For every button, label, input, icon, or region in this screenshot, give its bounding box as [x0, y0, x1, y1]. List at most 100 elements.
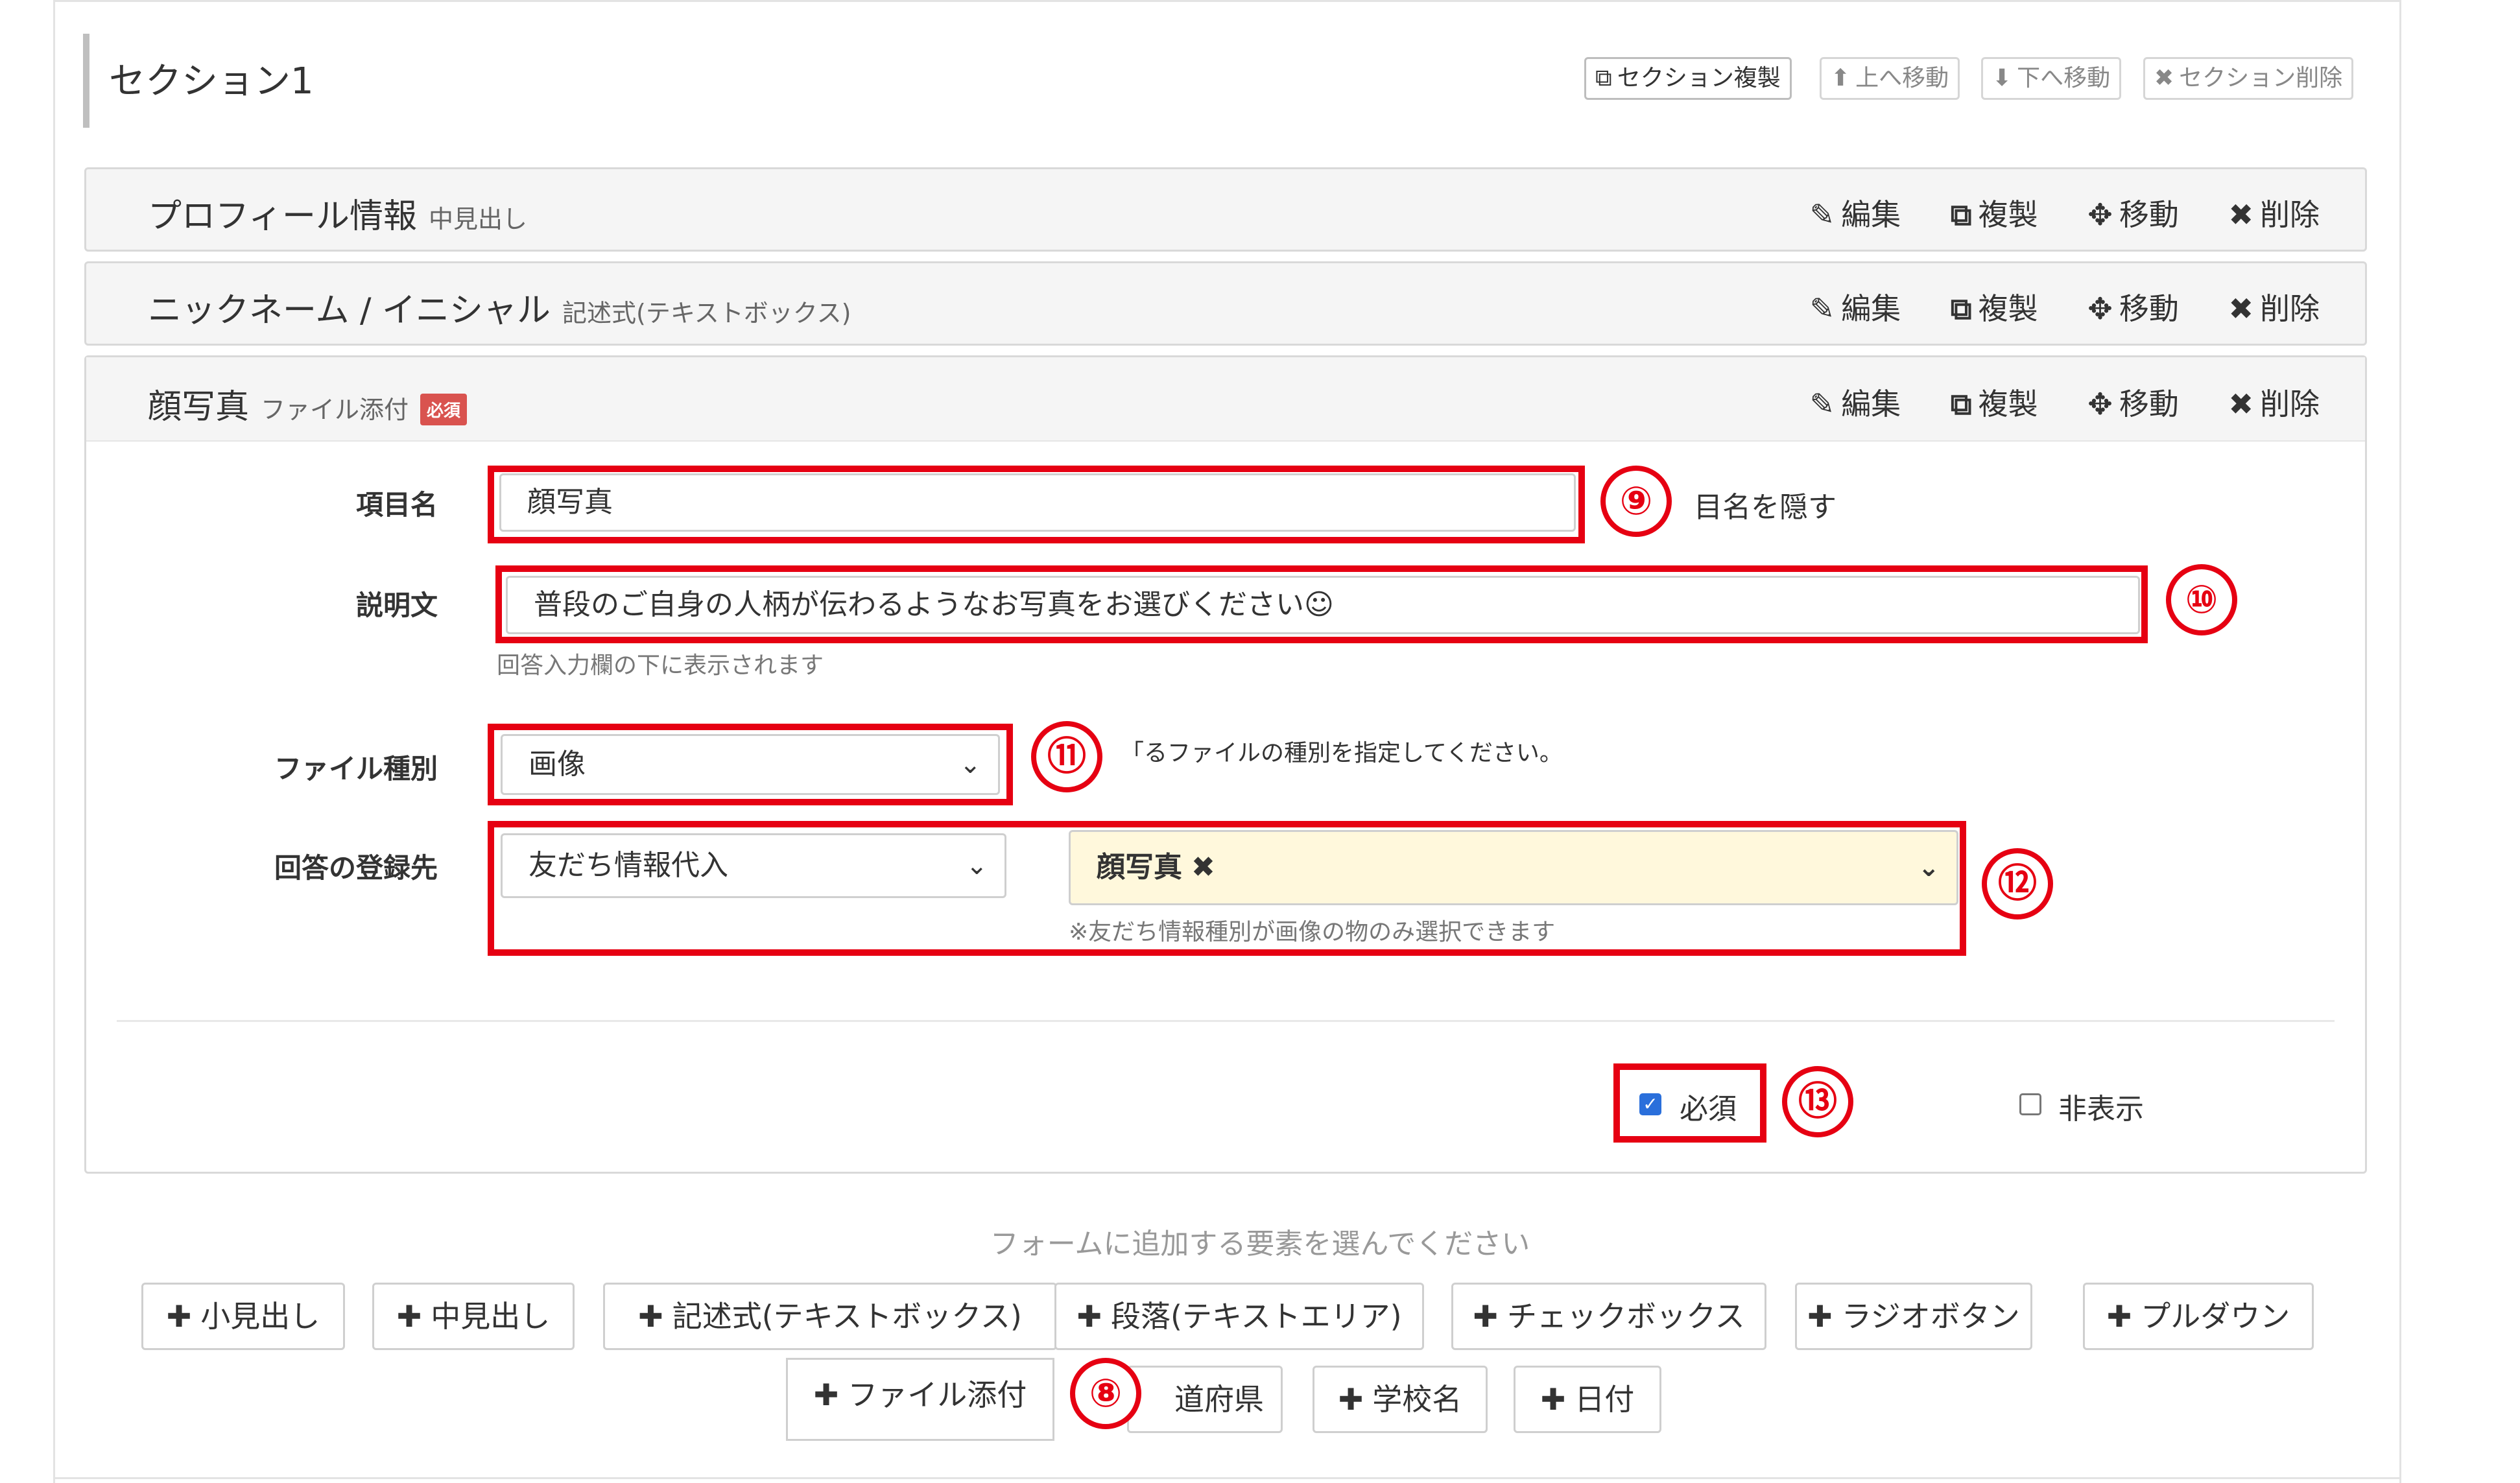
register-target-label: 回答の登録先 — [274, 852, 438, 884]
callout-marker-8: ⑧ — [1070, 1358, 1141, 1429]
move-icon: ✥ — [2087, 197, 2113, 232]
delete-button[interactable]: ✖ 削除 — [2228, 381, 2320, 423]
move-label: 移動 — [2119, 197, 2179, 232]
add-textarea-button[interactable]: ✚ 段落(テキストエリア) — [1054, 1283, 1424, 1350]
frame-top-border — [53, 0, 2401, 2]
move-icon: ✥ — [2087, 386, 2113, 421]
pencil-icon: ✎ — [1809, 291, 1835, 326]
frame-bottom-border — [53, 1477, 2401, 1479]
plus-icon: ✚ — [166, 1299, 192, 1334]
callout-marker-9: ⑨ — [1600, 466, 1672, 537]
description-hint: 回答入力欄の下に表示されます — [497, 652, 824, 679]
move-button[interactable]: ✥ 移動 — [2087, 285, 2179, 328]
plus-icon: ✚ — [813, 1377, 839, 1412]
panel-type: 記述式(テキストボックス) — [562, 299, 851, 327]
hidden-label: 非表示 — [2058, 1093, 2144, 1126]
edit-label: 編集 — [1841, 197, 1901, 232]
copy-button[interactable]: ⧉ 複製 — [1951, 191, 2038, 234]
plus-icon: ✚ — [1540, 1382, 1566, 1417]
panel-title-row: 顔写真 ファイル添付 必須 — [148, 379, 468, 428]
edit-label: 編集 — [1841, 386, 1901, 421]
callout-marker-13: ⑬ — [1782, 1066, 1853, 1137]
add-textbox-button[interactable]: ✚ 記述式(テキストボックス) — [603, 1283, 1057, 1350]
add-radio-button[interactable]: ✚ ラジオボタン — [1795, 1283, 2032, 1350]
duplicate-section-button[interactable]: ⧉ セクション複製 — [1584, 57, 1792, 100]
add-mid-heading-button[interactable]: ✚ 中見出し — [372, 1283, 575, 1350]
copy-button[interactable]: ⧉ 複製 — [1951, 285, 2038, 328]
add-file-attachment-button[interactable]: ✚ ファイル添付 — [786, 1358, 1054, 1441]
copy-icon: ⧉ — [1950, 291, 1972, 326]
required-badge: 必須 — [420, 393, 468, 425]
move-down-label: 下へ移動 — [2017, 65, 2111, 91]
plus-icon: ✚ — [1807, 1299, 1833, 1334]
form-divider — [117, 1020, 2335, 1022]
file-type-hint: 「るファイルの種別を指定してください。 — [1121, 740, 1563, 766]
description-label: 説明文 — [355, 589, 438, 621]
add-elements-caption: フォームに追加する要素を選んでください — [990, 1228, 1530, 1261]
callout-box-9 — [488, 466, 1585, 543]
item-name-label: 項目名 — [355, 489, 438, 521]
section-title: セクション1 — [109, 60, 314, 102]
callout-box-12 — [488, 821, 1966, 956]
required-checkbox[interactable]: ✓ — [1639, 1093, 1661, 1115]
panel-header[interactable]: 顔写真 ファイル添付 必須 ✎ 編集 ⧉ 複製 ✥ 移動 ✖ 削除 — [86, 357, 2365, 442]
add-button-label: チェックボックス — [1506, 1299, 1745, 1334]
add-button-label: 中見出し — [431, 1299, 551, 1334]
callout-box-11 — [488, 724, 1013, 805]
move-icon: ✥ — [2087, 291, 2113, 326]
section-accent-bar — [83, 34, 89, 128]
panel-profile-info[interactable]: プロフィール情報 中見出し ✎ 編集 ⧉ 複製 ✥ 移動 ✖ 削除 — [84, 167, 2367, 252]
file-type-label: ファイル種別 — [274, 753, 438, 785]
plus-icon: ✚ — [396, 1299, 422, 1334]
callout-marker-10: ⑩ — [2166, 564, 2237, 635]
copy-icon: ⧉ — [1950, 386, 1972, 421]
arrow-up-icon: ⬆ — [1831, 65, 1851, 91]
add-button-label: 小見出し — [200, 1299, 320, 1334]
plus-icon: ✚ — [1473, 1299, 1498, 1334]
add-checkbox-button[interactable]: ✚ チェックボックス — [1451, 1283, 1766, 1350]
move-up-button[interactable]: ⬆ 上へ移動 — [1820, 57, 1960, 100]
edit-button[interactable]: ✎ 編集 — [1810, 381, 1901, 423]
copy-label: 複製 — [1978, 386, 2038, 421]
add-school-name-button[interactable]: ✚ 学校名 — [1313, 1366, 1488, 1433]
pencil-icon: ✎ — [1809, 386, 1835, 421]
add-prefecture-button[interactable]: 道府県 — [1127, 1366, 1283, 1433]
plus-icon: ✚ — [2106, 1299, 2132, 1334]
panel-actions: ✎ 編集 ⧉ 複製 ✥ 移動 ✖ 削除 — [1770, 381, 2320, 423]
delete-button[interactable]: ✖ 削除 — [2228, 191, 2320, 234]
close-icon: ✖ — [2154, 65, 2174, 91]
move-label: 移動 — [2119, 291, 2179, 326]
delete-button[interactable]: ✖ 削除 — [2228, 285, 2320, 328]
edit-button[interactable]: ✎ 編集 — [1810, 191, 1901, 234]
panel-type: ファイル添付 — [261, 396, 409, 424]
panel-type: 中見出し — [428, 205, 527, 233]
move-button[interactable]: ✥ 移動 — [2087, 191, 2179, 234]
plus-icon: ✚ — [1338, 1382, 1364, 1417]
delete-section-button[interactable]: ✖ セクション削除 — [2143, 57, 2354, 100]
edit-button[interactable]: ✎ 編集 — [1810, 285, 1901, 328]
edit-label: 編集 — [1841, 291, 1901, 326]
move-button[interactable]: ✥ 移動 — [2087, 381, 2179, 423]
hide-item-name-label[interactable]: 目名を隠す — [1694, 484, 1837, 525]
required-label: 必須 — [1680, 1093, 1737, 1126]
add-button-label: プルダウン — [2141, 1299, 2290, 1334]
delete-label: 削除 — [2260, 197, 2320, 232]
duplicate-section-label: セクション複製 — [1617, 65, 1781, 91]
panel-nickname[interactable]: ニックネーム / イニシャル 記述式(テキストボックス) ✎ 編集 ⧉ 複製 ✥ 移動 … — [84, 261, 2367, 346]
delete-label: 削除 — [2260, 291, 2320, 326]
move-down-button[interactable]: ⬇ 下へ移動 — [1981, 57, 2122, 100]
add-pulldown-button[interactable]: ✚ プルダウン — [2083, 1283, 2314, 1350]
close-icon: ✖ — [2228, 386, 2253, 421]
copy-button[interactable]: ⧉ 複製 — [1951, 381, 2038, 423]
add-date-button[interactable]: ✚ 日付 — [1514, 1366, 1661, 1433]
add-button-label: 日付 — [1575, 1382, 1635, 1417]
panel-actions: ✎ 編集 ⧉ 複製 ✥ 移動 ✖ 削除 — [1770, 285, 2320, 328]
pencil-icon: ✎ — [1809, 197, 1835, 232]
add-button-label: 記述式(テキストボックス) — [672, 1299, 1022, 1334]
add-button-label: ラジオボタン — [1841, 1299, 2020, 1334]
delete-section-label: セクション削除 — [2179, 65, 2343, 91]
hidden-checkbox[interactable] — [2019, 1093, 2041, 1115]
add-button-label: 学校名 — [1372, 1382, 1462, 1417]
add-small-heading-button[interactable]: ✚ 小見出し — [141, 1283, 345, 1350]
close-icon: ✖ — [2228, 291, 2253, 326]
